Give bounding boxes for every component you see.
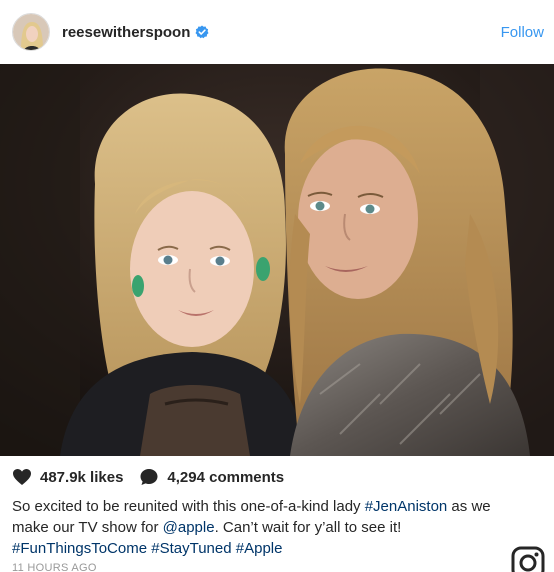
likes-count[interactable]: 487.9k likes	[40, 469, 123, 486]
post-stats: 487.9k likes 4,294 comments	[12, 468, 300, 486]
post-header: reesewitherspoon Follow	[0, 0, 554, 64]
caption-text: So excited to be reunited with this one-…	[12, 498, 365, 515]
instagram-post: reesewitherspoon Follow 487.9k likes 4,2…	[0, 0, 554, 572]
comment-icon[interactable]	[139, 468, 159, 486]
post-timestamp: 11 HOURS AGO	[12, 562, 97, 572]
follow-button[interactable]: Follow	[501, 24, 544, 41]
avatar[interactable]	[12, 13, 50, 51]
heart-icon[interactable]	[12, 468, 32, 486]
hashtag-jenaniston[interactable]: #JenAniston	[365, 498, 448, 515]
instagram-logo-icon[interactable]	[511, 546, 545, 572]
verified-badge-icon	[195, 25, 209, 39]
post-photo[interactable]	[0, 64, 554, 456]
comments-count[interactable]: 4,294 comments	[167, 469, 284, 486]
hashtag-funthingstocome[interactable]: #FunThingsToCome	[12, 540, 147, 557]
caption-text: . Can’t wait for y’all to see it!	[214, 519, 402, 536]
mention-apple[interactable]: @apple	[163, 519, 215, 536]
username[interactable]: reesewitherspoon	[62, 24, 190, 41]
hashtag-apple[interactable]: #Apple	[236, 540, 283, 557]
post-caption: So excited to be reunited with this one-…	[12, 496, 522, 559]
hashtag-staytuned[interactable]: #StayTuned	[151, 540, 231, 557]
